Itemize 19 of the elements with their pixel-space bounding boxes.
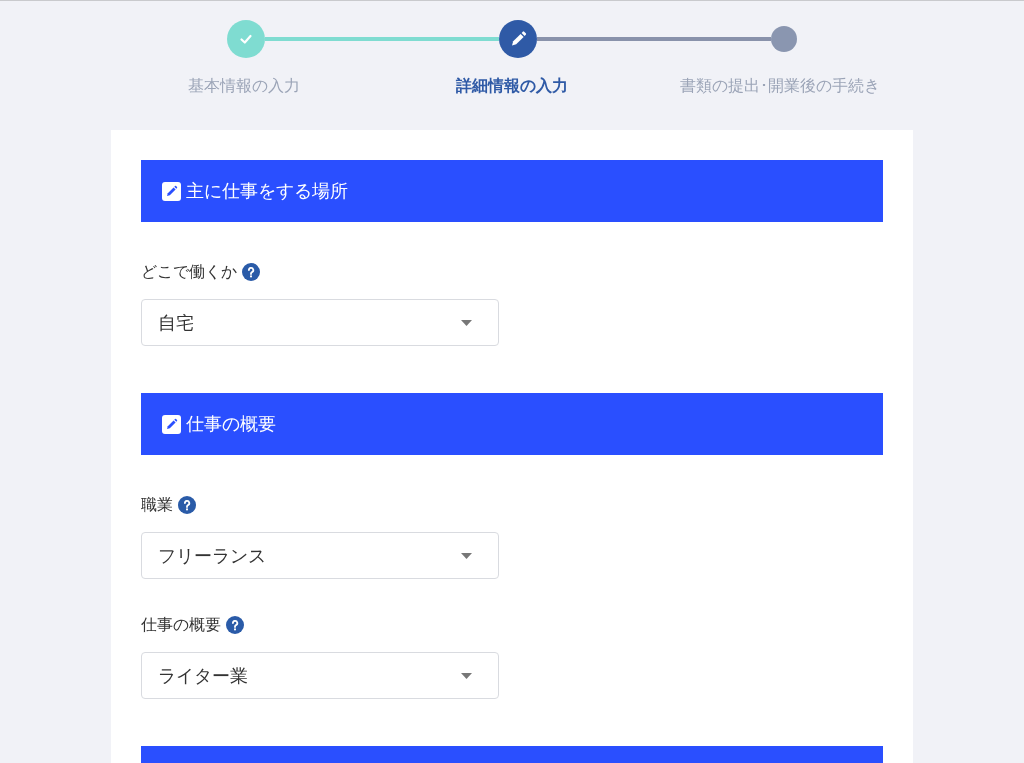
caret-icon: [461, 552, 472, 559]
step-label: 書類の提出･開業後の手続き: [680, 76, 880, 96]
dropdown[interactable]: ライター業: [141, 652, 499, 699]
section-title: 仕事の概要: [186, 413, 276, 436]
step-label: 基本情報の入力: [188, 76, 300, 96]
field-label: 仕事の概要: [141, 615, 221, 635]
dropdown[interactable]: 自宅: [141, 299, 499, 346]
edit-icon: [162, 181, 181, 201]
edit-icon: [162, 414, 181, 434]
section-title: 主に仕事をする場所: [186, 180, 348, 203]
help-icon[interactable]: [242, 263, 260, 281]
caret-icon: [461, 319, 472, 326]
field-label: 職業: [141, 495, 173, 515]
dropdown[interactable]: フリーランス: [141, 532, 499, 579]
step-label: 詳細情報の入力: [456, 76, 568, 96]
help-icon[interactable]: [178, 496, 196, 514]
caret-icon: [461, 672, 472, 679]
help-icon[interactable]: [226, 616, 244, 634]
field-label: どこで働くか: [141, 262, 237, 282]
